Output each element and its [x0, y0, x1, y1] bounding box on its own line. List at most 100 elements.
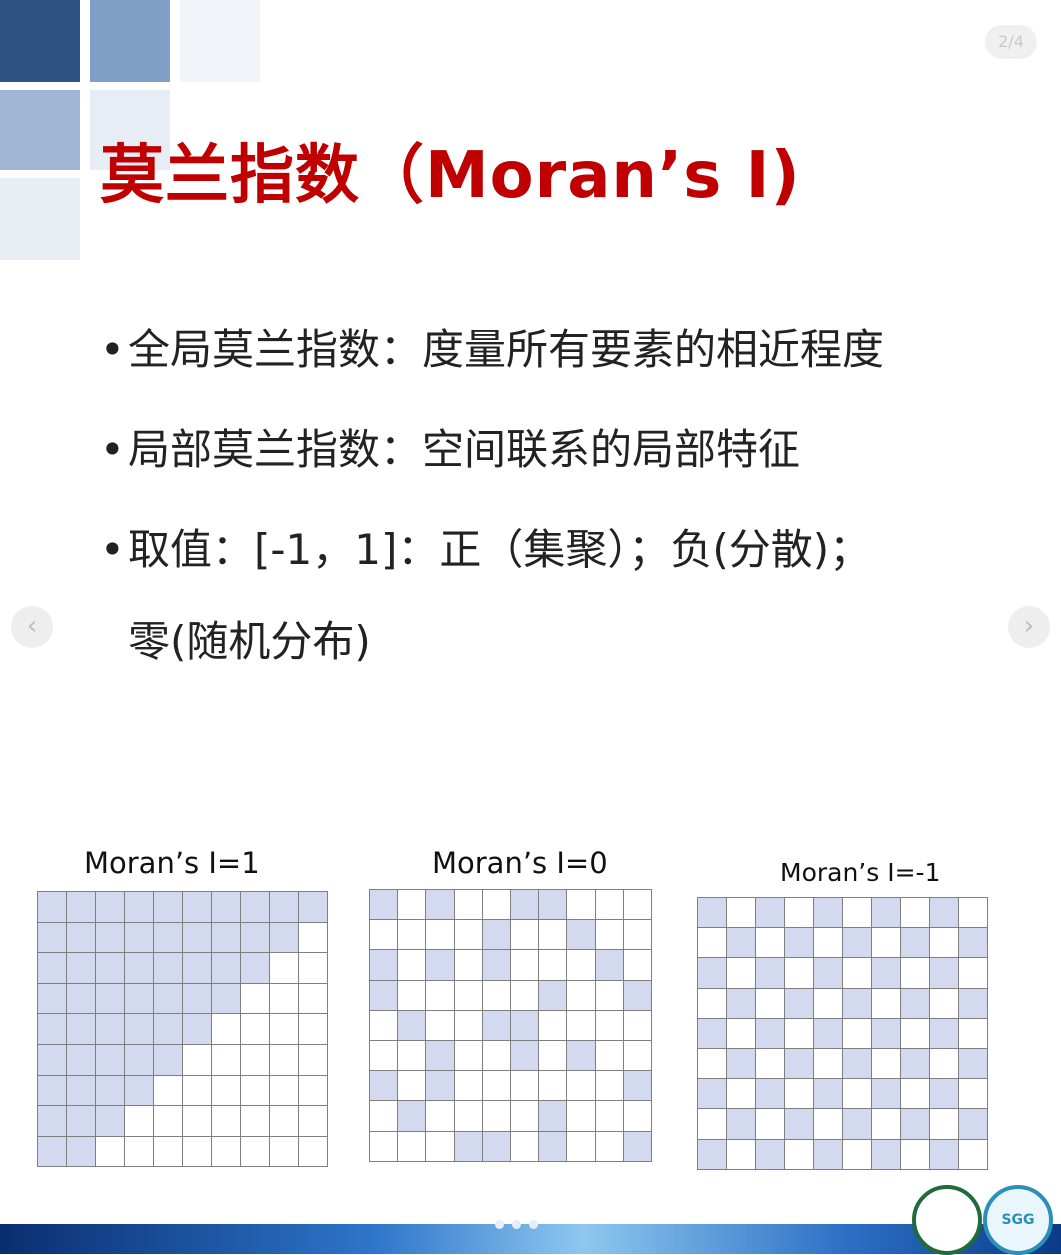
grid-cell-empty — [425, 1100, 455, 1132]
grid-cell-empty — [211, 1135, 241, 1168]
grid-cell-empty — [153, 1105, 183, 1137]
slide-dots — [495, 1214, 546, 1233]
corner-square-2 — [90, 0, 170, 82]
grid-cell-filled — [66, 1105, 96, 1137]
grid-cell-empty — [900, 1017, 930, 1049]
grid-row — [37, 952, 328, 984]
grid-cell-filled — [37, 1074, 67, 1107]
grid-cell-empty — [871, 1047, 901, 1080]
grid-row — [37, 1074, 328, 1107]
grid-row — [697, 896, 988, 929]
bullet-text: 局部莫兰指数：空间联系的局部特征 — [128, 425, 801, 474]
grid-negative — [697, 896, 988, 1170]
grid-cell-filled — [66, 982, 96, 1015]
grid-cell-filled — [594, 949, 624, 981]
grid-cell-empty — [726, 1017, 756, 1049]
grid-cell-filled — [182, 1013, 212, 1045]
grid-cell-empty — [726, 1138, 756, 1170]
grid-cell-empty — [929, 1108, 959, 1140]
next-slide-button[interactable]: › — [1008, 606, 1050, 648]
grid-cell-filled — [900, 1047, 930, 1080]
grid-cell-filled — [726, 1108, 756, 1140]
grid-cell-empty — [697, 1047, 727, 1080]
grid-cell-filled — [538, 1100, 568, 1132]
grid-cell-empty — [298, 1013, 328, 1045]
page-indicator: 2/4 — [985, 25, 1037, 59]
grid-cell-empty — [397, 919, 427, 951]
grid-cell-filled — [481, 919, 511, 951]
grid-cell-empty — [397, 1130, 427, 1162]
grid-cell-empty — [842, 1078, 872, 1110]
grid-cell-empty — [240, 982, 270, 1015]
sgg-logo: SGG — [983, 1185, 1053, 1255]
grid-cell-empty — [566, 1070, 596, 1102]
grid-cell-filled — [182, 982, 212, 1015]
grid-zero — [368, 888, 652, 1162]
grid-row — [697, 1017, 988, 1049]
grid-cell-empty — [622, 1100, 652, 1132]
grid-cell-filled — [153, 1013, 183, 1045]
grid-cell-empty — [594, 1009, 624, 1041]
grid-cell-filled — [622, 979, 652, 1011]
grid-cell-empty — [566, 949, 596, 981]
grid-cell-filled — [37, 1013, 67, 1045]
grid-cell-empty — [95, 1135, 125, 1168]
grid-cell-empty — [453, 1070, 483, 1102]
grid-cell-filled — [37, 982, 67, 1015]
grid-cell-empty — [269, 1074, 299, 1107]
grid-cell-empty — [481, 1039, 511, 1072]
grid-cell-empty — [453, 949, 483, 981]
grid-cell-filled — [481, 1009, 511, 1041]
grid-cell-empty — [298, 1074, 328, 1107]
grid-cell-empty — [538, 919, 568, 951]
grid-cell-empty — [397, 888, 427, 921]
grid-cell-filled — [726, 927, 756, 959]
grid-cell-empty — [900, 1078, 930, 1110]
grid-cell-filled — [425, 1039, 455, 1072]
university-logo — [912, 1185, 982, 1255]
grid-row — [697, 1108, 988, 1140]
grid-cell-empty — [594, 919, 624, 951]
grid-label-zero: Moran’s I=0 — [432, 846, 608, 880]
grid-cell-filled — [697, 1138, 727, 1170]
grid-cell-filled — [37, 1043, 67, 1076]
prev-slide-button[interactable]: ‹ — [11, 606, 53, 648]
grid-cell-empty — [298, 982, 328, 1015]
grid-cell-filled — [622, 1070, 652, 1102]
grid-cell-filled — [66, 1013, 96, 1045]
grid-cell-empty — [784, 957, 814, 989]
grid-row — [368, 1009, 652, 1041]
grid-cell-empty — [784, 896, 814, 929]
grid-cell-filled — [298, 891, 328, 923]
grid-cell-empty — [211, 1074, 241, 1107]
grid-cell-empty — [124, 1135, 154, 1168]
grid-row — [697, 1047, 988, 1080]
grid-cell-empty — [594, 888, 624, 921]
grid-cell-empty — [269, 982, 299, 1015]
grid-cell-empty — [182, 1074, 212, 1107]
grid-cell-empty — [958, 1138, 988, 1170]
grid-cell-empty — [622, 1009, 652, 1041]
grid-cell-filled — [95, 1074, 125, 1107]
grid-cell-empty — [755, 927, 785, 959]
grid-cell-filled — [509, 1039, 540, 1072]
grid-cell-empty — [211, 1043, 241, 1076]
grid-cell-filled — [726, 1047, 756, 1080]
bullet-continuation: 零(随机分布) — [128, 617, 371, 666]
grid-cell-empty — [397, 1039, 427, 1072]
grid-cell-empty — [929, 1047, 959, 1080]
grid-cell-empty — [298, 952, 328, 984]
grid-cell-filled — [784, 1047, 814, 1080]
grid-row — [37, 982, 328, 1015]
grid-cell-empty — [538, 1009, 568, 1041]
grid-cell-filled — [813, 1138, 843, 1170]
grid-row — [368, 1130, 652, 1162]
grid-cell-filled — [182, 921, 212, 954]
grid-cell-filled — [755, 957, 785, 989]
grid-cell-filled — [211, 982, 241, 1015]
grid-cell-empty — [871, 987, 901, 1019]
grid-cell-empty — [900, 896, 930, 929]
grid-cell-empty — [240, 1135, 270, 1168]
grid-cell-empty — [481, 979, 511, 1011]
grid-cell-filled — [871, 1078, 901, 1110]
